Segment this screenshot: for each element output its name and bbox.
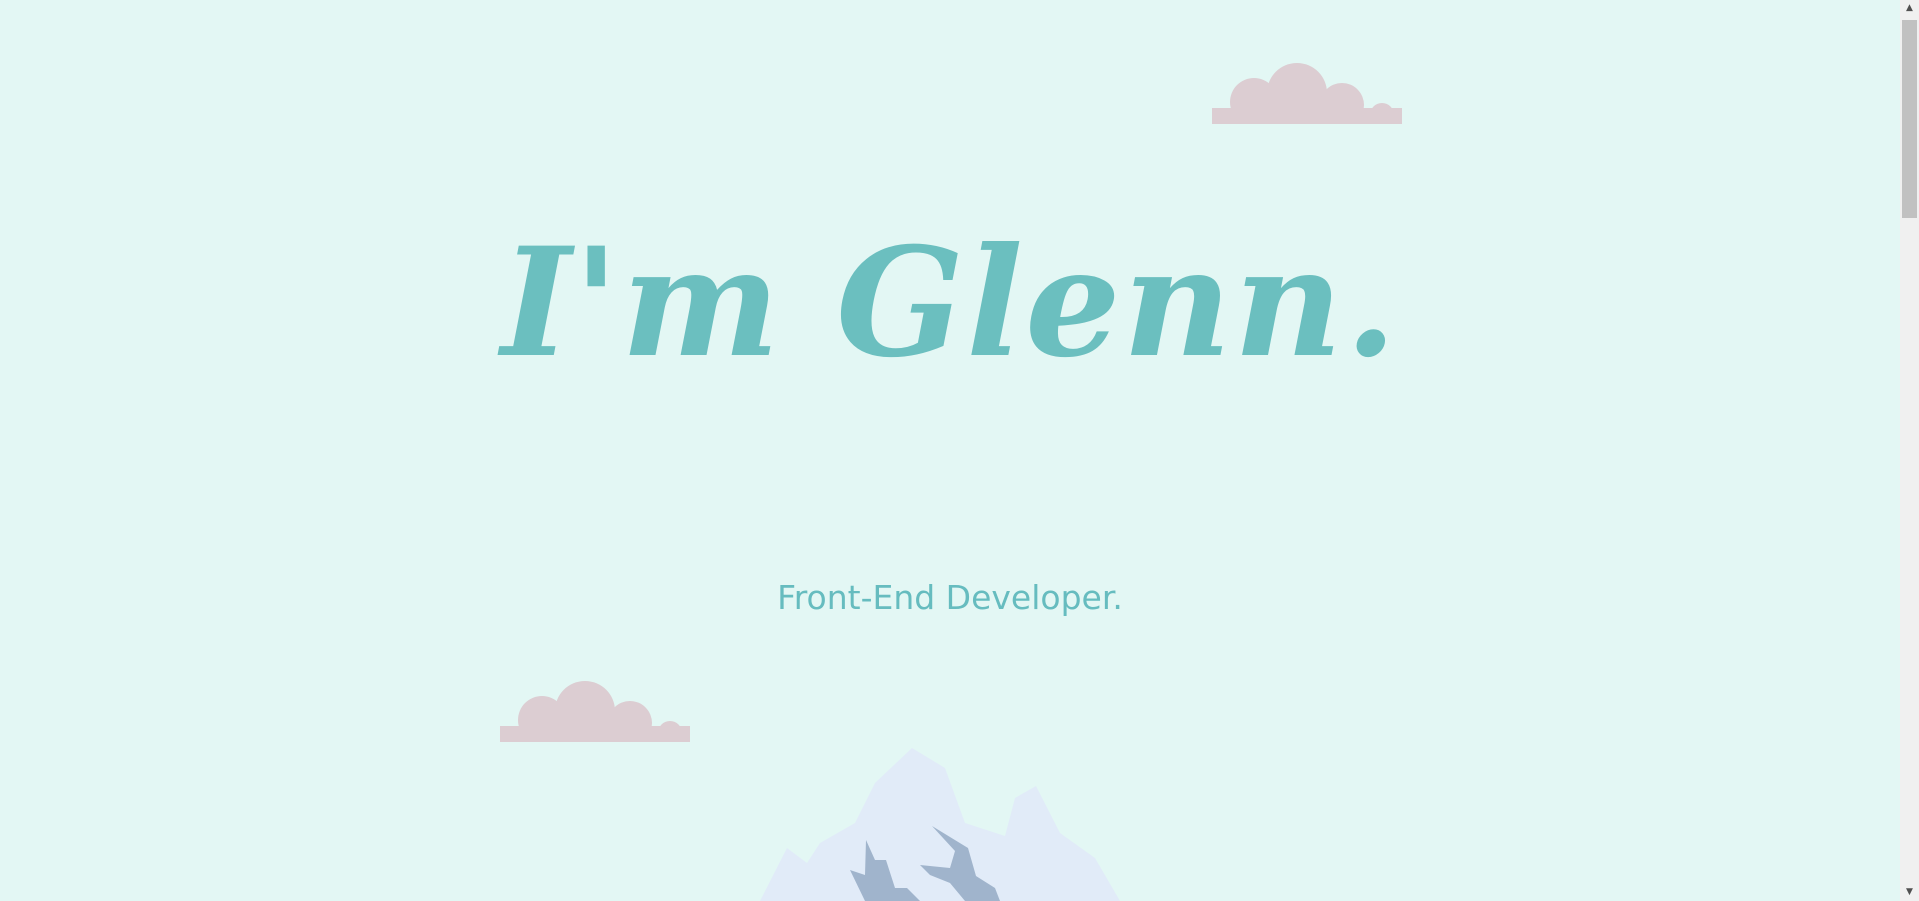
mountain-icon xyxy=(760,748,1120,901)
scroll-up-arrow-icon[interactable]: ▲ xyxy=(1900,0,1919,17)
cloud-icon xyxy=(1212,63,1402,124)
hero-subtitle: Front-End Developer. xyxy=(777,578,1123,617)
landing-page: I'm Glenn. Front-End Developer. ▲ ▼ xyxy=(0,0,1919,901)
scroll-down-arrow-icon[interactable]: ▼ xyxy=(1900,884,1919,901)
cloud-icon xyxy=(500,681,690,742)
vertical-scrollbar[interactable]: ▲ ▼ xyxy=(1900,0,1919,901)
scrollbar-thumb[interactable] xyxy=(1902,20,1917,218)
hero-title: I'm Glenn. xyxy=(501,215,1399,391)
